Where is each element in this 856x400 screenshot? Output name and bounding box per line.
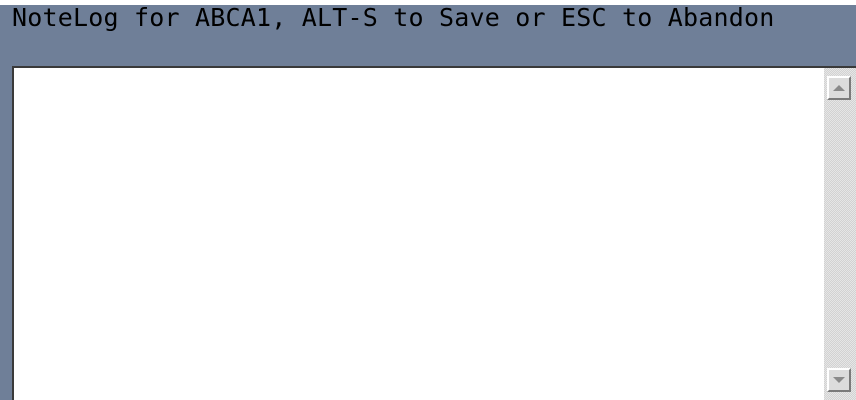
vertical-scrollbar[interactable] <box>824 68 856 400</box>
window-title: NoteLog for ABCA1, ALT-S to Save or ESC … <box>12 3 775 32</box>
notelog-window: NoteLog for ABCA1, ALT-S to Save or ESC … <box>0 0 856 400</box>
chevron-up-icon <box>833 85 845 91</box>
chevron-down-icon <box>833 377 845 383</box>
scroll-down-button[interactable] <box>827 368 851 392</box>
note-editor-frame <box>12 66 856 400</box>
scroll-up-button[interactable] <box>827 76 851 100</box>
note-text-area[interactable] <box>14 68 824 400</box>
